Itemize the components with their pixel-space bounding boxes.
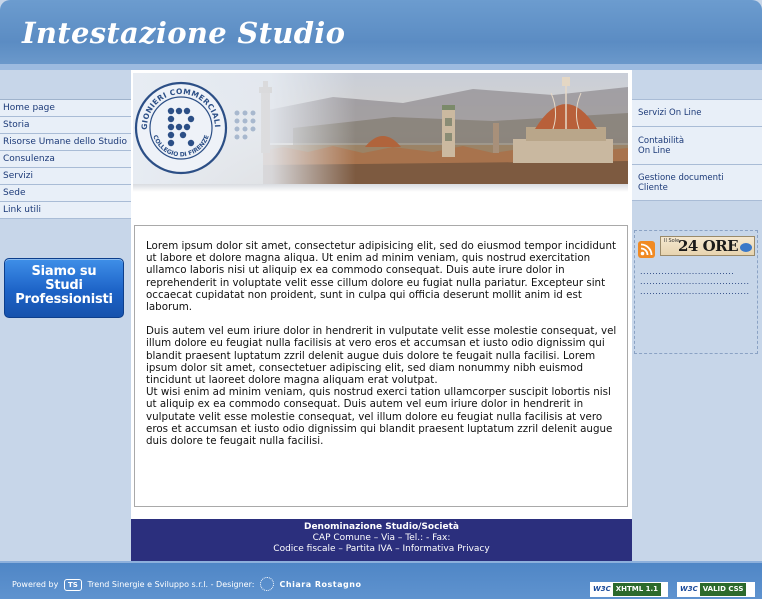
main-content: RAGIONIERI COMMERCIALISTI COLLEGIO DI FI…: [131, 70, 632, 519]
studi-professionisti-button[interactable]: Siamo su Studi Professionisti: [4, 258, 124, 318]
nav-item-storia[interactable]: Storia: [0, 117, 131, 134]
rnav-label-line2: Cliente: [638, 182, 668, 193]
studio-footer: Denominazione Studio/Società CAP Comune …: [131, 519, 632, 561]
sole-logo-main-text: 24 ORE: [678, 237, 739, 255]
promo-line-3: Professionisti: [15, 292, 113, 307]
rnav-label-line2: On Line: [638, 145, 671, 156]
nav-item-risorse-umane[interactable]: Risorse Umane dello Studio: [0, 134, 131, 151]
rnav-item-gestione-documenti[interactable]: Gestione documenti Cliente: [632, 165, 762, 201]
nav-item-link-utili[interactable]: Link utili: [0, 202, 131, 219]
banner-image: RAGIONIERI COMMERCIALISTI COLLEGIO DI FI…: [133, 73, 628, 184]
main-nav: Home page Storia Risorse Umane dello Stu…: [0, 99, 131, 219]
ts-logo-icon: TS: [63, 579, 82, 591]
florence-skyline-image: RAGIONIERI COMMERCIALISTI COLLEGIO DI FI…: [133, 73, 628, 184]
rnav-label: Contabilità On Line: [638, 136, 684, 156]
bottom-bar: Powered by TS Trend Sinergie e Sviluppo …: [0, 561, 762, 599]
rnav-label: Servizi On Line: [638, 108, 702, 118]
footer-studio-name: Denominazione Studio/Società: [303, 522, 459, 532]
left-sidebar: Home page Storia Risorse Umane dello Stu…: [0, 70, 131, 560]
content-paragraph-3-text: Ut wisi enim ad minim veniam, quis nostr…: [146, 386, 613, 448]
content-box: Lorem ipsum dolor sit amet, consectetur …: [134, 225, 628, 507]
w3c-logo-icon: W3C: [591, 583, 613, 596]
news-link-1[interactable]: ...............................: [640, 267, 734, 276]
sole-com-icon: [740, 243, 752, 252]
content-paragraph-1: Lorem ipsum dolor sit amet, consectetur …: [146, 240, 617, 314]
banner-shadow: [133, 184, 628, 192]
w3c-logo-icon: W3C: [678, 583, 700, 596]
rnav-item-contabilita-online[interactable]: Contabilità On Line: [632, 127, 762, 165]
page: Intestazione Studio Home page Storia Ris…: [0, 0, 762, 599]
rnav-label: Gestione documenti Cliente: [638, 173, 724, 193]
content-paragraph-2-text: Duis autem vel eum iriure dolor in hendr…: [146, 325, 617, 387]
news-link-2[interactable]: ....................................: [640, 277, 750, 286]
promo-line-2: Studi: [45, 278, 83, 293]
rnav-label-line1: Contabilità: [638, 135, 685, 146]
css-valid-badge[interactable]: W3C VALID CSS: [677, 582, 755, 597]
site-header: Intestazione Studio: [0, 0, 762, 70]
css-badge-label: VALID CSS: [699, 583, 747, 596]
designer-logo-icon: [260, 577, 274, 591]
news-link-3[interactable]: ....................................: [640, 287, 750, 296]
promo-line-1: Siamo su: [31, 264, 97, 279]
site-title: Intestazione Studio: [22, 16, 346, 50]
nav-item-consulenza[interactable]: Consulenza: [0, 151, 131, 168]
company-name[interactable]: Trend Sinergie e Sviluppo s.r.l.: [87, 580, 208, 589]
rnav-label-line1: Gestione documenti: [638, 172, 724, 183]
designer-label: - Designer:: [210, 580, 255, 589]
rss-icon[interactable]: [638, 241, 655, 258]
nav-item-sede[interactable]: Sede: [0, 185, 131, 202]
xhtml-valid-badge[interactable]: W3C XHTML 1.1: [590, 582, 668, 597]
designer-name[interactable]: Chiara Rostagno: [280, 580, 362, 589]
services-nav: Servizi On Line Contabilità On Line Gest…: [632, 99, 762, 201]
powered-by-credits: Powered by TS Trend Sinergie e Sviluppo …: [12, 577, 362, 591]
news-box: Il Sole 24 ORE .........................…: [634, 230, 758, 354]
content-paragraph-2: Duis autem vel eum iriure dolor in hendr…: [146, 325, 617, 447]
rnav-item-servizi-online[interactable]: Servizi On Line: [632, 100, 762, 127]
xhtml-badge-label: XHTML 1.1: [612, 583, 662, 596]
sole-logo-small-text: Il Sole: [664, 238, 680, 244]
nav-item-home[interactable]: Home page: [0, 100, 131, 117]
powered-by-label: Powered by: [12, 580, 59, 589]
right-sidebar: Servizi On Line Contabilità On Line Gest…: [632, 70, 762, 560]
nav-item-servizi[interactable]: Servizi: [0, 168, 131, 185]
footer-fiscal-info[interactable]: Codice fiscale – Partita IVA – Informati…: [131, 544, 632, 555]
footer-address: CAP Comune – Via – Tel.: - Fax:: [312, 533, 451, 543]
sole-24-ore-logo[interactable]: Il Sole 24 ORE: [660, 236, 755, 256]
